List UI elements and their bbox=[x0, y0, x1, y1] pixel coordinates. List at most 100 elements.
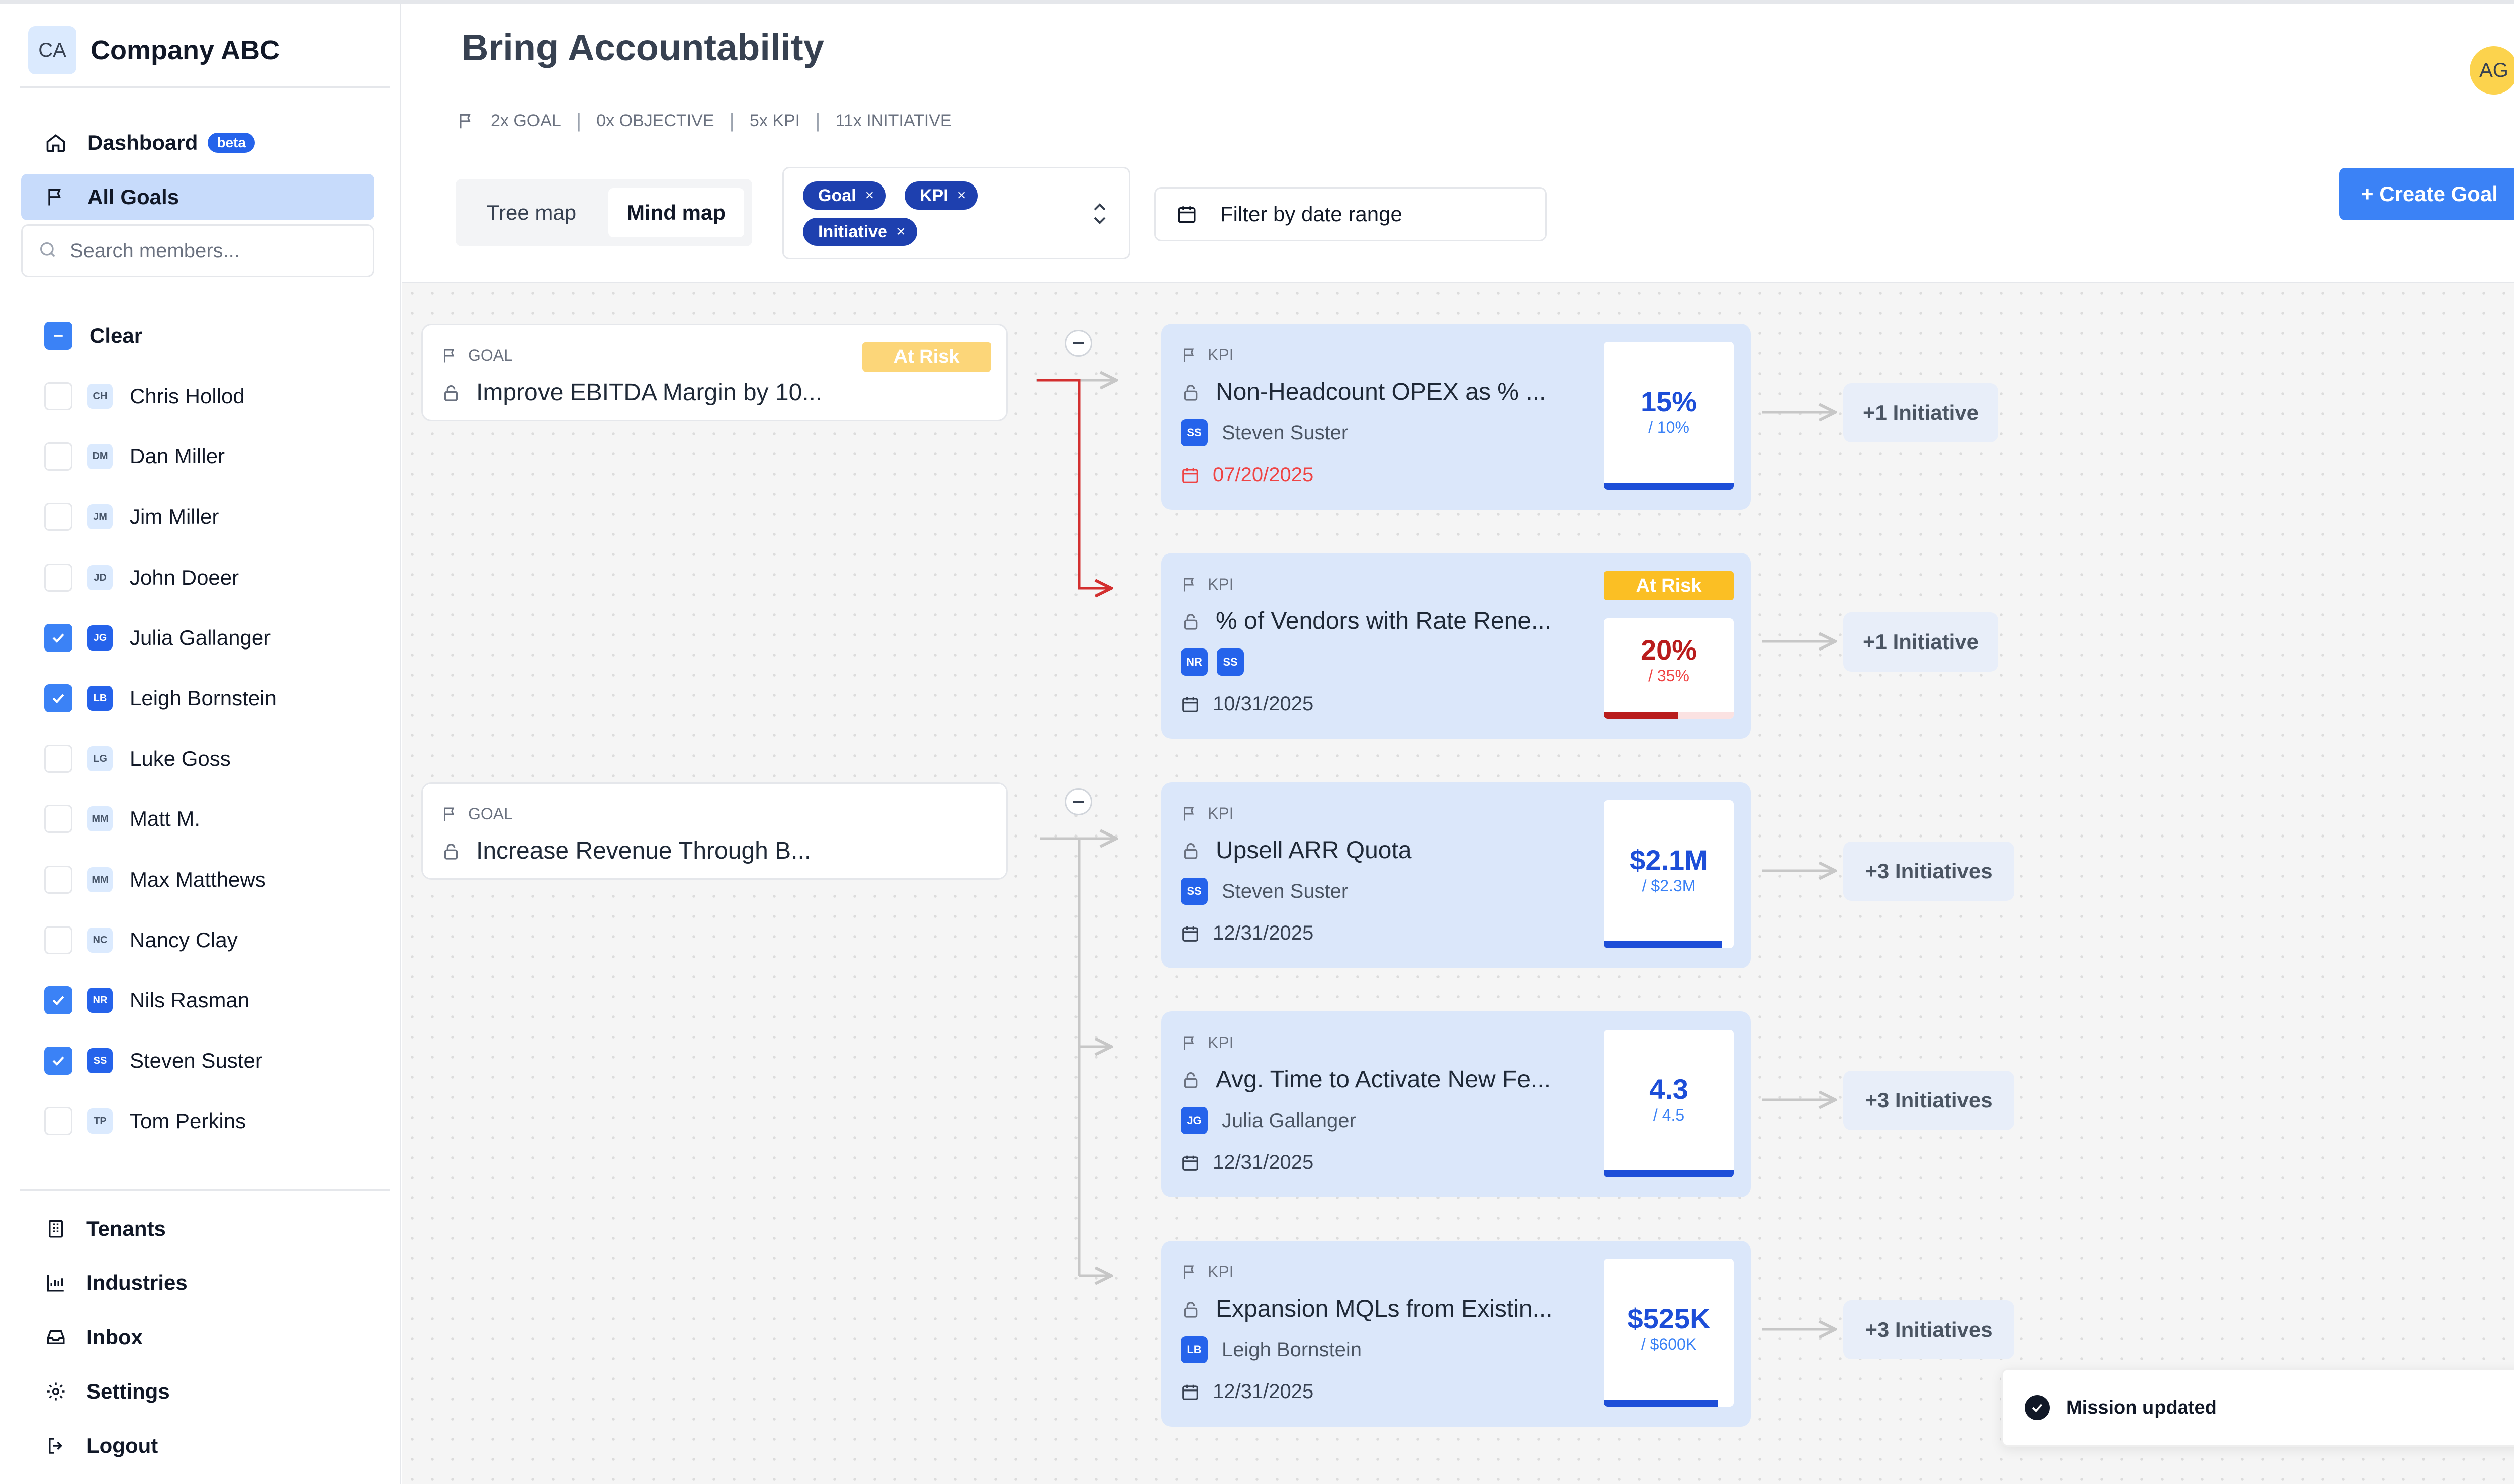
status-badge: At Risk bbox=[862, 342, 991, 372]
member-row[interactable]: JG Julia Gallanger bbox=[44, 623, 271, 653]
nav-dashboard-label: Dashboard bbox=[87, 131, 198, 154]
nav-dashboard[interactable]: Dashboard beta bbox=[21, 120, 374, 166]
kpi-card[interactable]: KPI Non-Headcount OPEX as % ... SS Steven S… bbox=[1161, 324, 1751, 510]
flag-icon bbox=[1181, 346, 1199, 364]
member-checkbox[interactable] bbox=[44, 503, 72, 531]
lock-icon bbox=[441, 841, 461, 861]
member-row[interactable]: LG Luke Goss bbox=[44, 744, 231, 774]
progress-bar bbox=[1604, 1400, 1718, 1407]
member-row[interactable]: DM Dan Miller bbox=[44, 441, 225, 472]
clear-checkbox[interactable] bbox=[44, 322, 72, 350]
chip-kpi[interactable]: KPI × bbox=[905, 181, 978, 210]
brand-name: Company ABC bbox=[91, 35, 280, 65]
tree-map-tab[interactable]: Tree map bbox=[464, 188, 599, 237]
member-name: John Doeer bbox=[130, 566, 239, 589]
member-name: Nancy Clay bbox=[130, 928, 238, 952]
kpi-due-date: 12/31/2025 bbox=[1181, 922, 1313, 945]
kpi-card[interactable]: KPI Upsell ARR Quota SS Steven Suster 12/31/… bbox=[1161, 782, 1751, 968]
kpi-title-text: Avg. Time to Activate New Fe... bbox=[1216, 1066, 1551, 1093]
member-checkbox[interactable] bbox=[44, 684, 72, 712]
lock-icon bbox=[1181, 1070, 1201, 1090]
member-row[interactable]: LB Leigh Bornstein bbox=[44, 683, 277, 713]
nav-inbox[interactable]: Inbox bbox=[44, 1322, 143, 1352]
member-row[interactable]: NR Nils Rasman bbox=[44, 985, 249, 1015]
due-date-text: 07/20/2025 bbox=[1213, 463, 1314, 486]
member-name: Steven Suster bbox=[130, 1049, 262, 1072]
goal-card[interactable]: GOAL Increase Revenue Through B... bbox=[421, 782, 1008, 880]
member-checkbox[interactable] bbox=[44, 564, 72, 592]
member-checkbox[interactable] bbox=[44, 1047, 72, 1075]
nav-all-goals[interactable]: All Goals bbox=[21, 174, 374, 220]
count-initiative: 11x INITIATIVE bbox=[835, 111, 952, 130]
chip-remove-icon[interactable]: × bbox=[865, 187, 874, 204]
kpi-title-text: Expansion MQLs from Existin... bbox=[1216, 1295, 1553, 1322]
member-checkbox[interactable] bbox=[44, 745, 72, 773]
member-name: Jim Miller bbox=[130, 505, 219, 528]
toast-notification[interactable]: Mission updated bbox=[2001, 1368, 2514, 1447]
create-goal-button[interactable]: + Create Goal bbox=[2339, 168, 2514, 220]
gear-icon bbox=[44, 1380, 67, 1403]
member-checkbox[interactable] bbox=[44, 986, 72, 1014]
goal-card[interactable]: GOAL Improve EBITDA Margin by 10... At R… bbox=[421, 324, 1008, 421]
member-row[interactable]: NC Nancy Clay bbox=[44, 925, 238, 955]
chip-goal[interactable]: Goal × bbox=[803, 181, 886, 210]
member-search[interactable] bbox=[21, 224, 374, 277]
date-range-filter[interactable]: Filter by date range bbox=[1154, 187, 1547, 241]
collapse-goal-button[interactable] bbox=[1065, 330, 1092, 357]
member-row[interactable]: JD John Doeer bbox=[44, 563, 239, 593]
page-title: Bring Accountability bbox=[462, 27, 824, 68]
kpi-type-label: KPI bbox=[1181, 804, 1234, 823]
brand-logo: CA bbox=[28, 26, 76, 74]
collapse-goal-button[interactable] bbox=[1065, 788, 1092, 815]
member-row[interactable]: MM Matt M. bbox=[44, 804, 200, 834]
nav-tenants[interactable]: Tenants bbox=[44, 1214, 166, 1244]
brand[interactable]: CA Company ABC bbox=[28, 26, 280, 74]
initiative-pill[interactable]: +3 Initiatives bbox=[1843, 1300, 2014, 1359]
member-checkbox[interactable] bbox=[44, 1107, 72, 1135]
owner-name: Leigh Bornstein bbox=[1222, 1338, 1362, 1361]
flag-icon bbox=[441, 805, 459, 823]
search-input[interactable] bbox=[70, 239, 362, 262]
nav-industries[interactable]: Industries bbox=[44, 1268, 188, 1298]
kpi-card[interactable]: KPI % of Vendors with Rate Rene... NR SS 10/… bbox=[1161, 553, 1751, 739]
chip-initiative[interactable]: Initiative × bbox=[803, 218, 918, 246]
kpi-card[interactable]: KPI Avg. Time to Activate New Fe... JG Juli… bbox=[1161, 1011, 1751, 1197]
initiative-pill[interactable]: +1 Initiative bbox=[1843, 612, 1998, 672]
member-checkbox[interactable] bbox=[44, 442, 72, 471]
owner-name: Julia Gallanger bbox=[1222, 1109, 1356, 1132]
owner-avatar: LB bbox=[1181, 1336, 1208, 1363]
status-badge: At Risk bbox=[1604, 571, 1734, 600]
member-checkbox[interactable] bbox=[44, 805, 72, 833]
kpi-type: KPI bbox=[1208, 1034, 1234, 1052]
clear-selection[interactable]: Clear bbox=[44, 321, 142, 351]
member-avatar: NC bbox=[87, 928, 113, 953]
nav-settings[interactable]: Settings bbox=[44, 1376, 170, 1407]
chip-remove-icon[interactable]: × bbox=[957, 187, 966, 204]
member-checkbox[interactable] bbox=[44, 866, 72, 894]
kpi-card[interactable]: KPI Expansion MQLs from Existin... LB Leigh… bbox=[1161, 1241, 1751, 1427]
member-checkbox[interactable] bbox=[44, 382, 72, 410]
user-avatar[interactable]: AG bbox=[2470, 46, 2514, 95]
member-row[interactable]: JM Jim Miller bbox=[44, 502, 219, 532]
chip-remove-icon[interactable]: × bbox=[896, 223, 906, 240]
member-row[interactable]: SS Steven Suster bbox=[44, 1046, 262, 1076]
nav-industries-label: Industries bbox=[86, 1271, 188, 1294]
calendar-icon bbox=[1176, 204, 1197, 225]
type-filter-select[interactable]: Goal × KPI × Initiative × bbox=[782, 167, 1130, 259]
member-row[interactable]: CH Chris Hollod bbox=[44, 381, 245, 411]
flag-icon bbox=[457, 112, 476, 131]
member-row[interactable]: MM Max Matthews bbox=[44, 865, 266, 895]
member-checkbox[interactable] bbox=[44, 926, 72, 954]
owner-avatar: NR bbox=[1181, 648, 1208, 676]
member-name: Matt M. bbox=[130, 807, 201, 830]
goal-type: GOAL bbox=[468, 346, 513, 364]
member-row[interactable]: TP Tom Perkins bbox=[44, 1106, 246, 1136]
search-icon bbox=[38, 240, 58, 262]
kpi-type: KPI bbox=[1208, 575, 1234, 593]
initiative-pill[interactable]: +1 Initiative bbox=[1843, 383, 1998, 442]
initiative-pill[interactable]: +3 Initiatives bbox=[1843, 842, 2014, 901]
member-checkbox[interactable] bbox=[44, 624, 72, 652]
initiative-pill[interactable]: +3 Initiatives bbox=[1843, 1071, 2014, 1130]
nav-logout[interactable]: Logout bbox=[44, 1431, 158, 1461]
mind-map-tab[interactable]: Mind map bbox=[608, 188, 744, 237]
